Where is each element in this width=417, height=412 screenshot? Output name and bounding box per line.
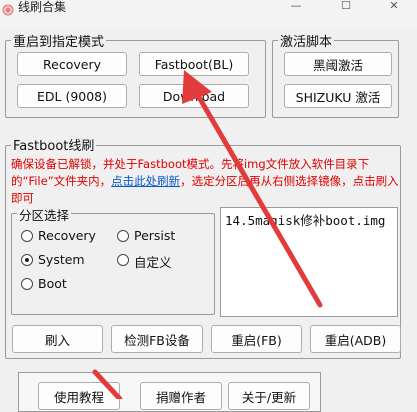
reboot-edl-button[interactable]: EDL (9008) <box>17 84 127 108</box>
radio-system[interactable] <box>21 254 33 266</box>
minimize-button[interactable]: — <box>276 0 316 16</box>
radio-recovery[interactable] <box>21 230 33 242</box>
app-icon <box>2 4 14 16</box>
radio-custom-label: 自定义 <box>134 255 172 270</box>
tutorial-button[interactable]: 使用教程 <box>38 382 120 410</box>
radio-persist-label: Persist <box>134 228 176 243</box>
fastboot-flash-label: Fastboot线刷 <box>11 135 97 154</box>
refresh-link[interactable]: 点击此处刷新 <box>111 174 180 188</box>
reboot-fastboot-button[interactable]: Fastboot(BL) <box>139 52 249 76</box>
radio-persist[interactable] <box>117 230 129 242</box>
radio-boot[interactable] <box>21 278 33 290</box>
reboot-recovery-button[interactable]: Recovery <box>17 52 127 76</box>
maximize-button[interactable]: ☐ <box>326 0 366 16</box>
activate-script-label: 激活脚本 <box>278 31 335 50</box>
reboot-adb-button[interactable]: 重启(ADB) <box>310 325 401 353</box>
image-list-item[interactable]: 14.5magisk修补boot.img <box>225 210 385 229</box>
reboot-mode-label: 重启到指定模式 <box>11 31 107 50</box>
window-title: 线刷合集 <box>18 0 67 14</box>
reboot-download-button[interactable]: Download <box>139 84 249 108</box>
partition-select-label: 分区选择 <box>17 205 72 224</box>
radio-boot-label: Boot <box>38 276 67 291</box>
radio-custom[interactable] <box>117 254 129 266</box>
heiyu-activate-button[interactable]: 黑阈激活 <box>284 52 392 76</box>
flash-button[interactable]: 刷入 <box>12 325 103 353</box>
shizuku-activate-button[interactable]: SHIZUKU 激活 <box>284 84 392 108</box>
instruction-text: 确保设备已解锁，并处于Fastboot模式。先将img文件放入软件目录下的“Fi… <box>11 156 403 207</box>
detect-fb-device-button[interactable]: 检测FB设备 <box>111 325 203 353</box>
image-listbox[interactable]: 14.5magisk修补boot.img <box>220 207 398 317</box>
radio-recovery-label: Recovery <box>38 228 96 243</box>
about-update-button[interactable]: 关于/更新 <box>228 382 310 410</box>
donate-button[interactable]: 捐赠作者 <box>140 382 222 410</box>
reboot-fb-button[interactable]: 重启(FB) <box>211 325 302 353</box>
close-button[interactable]: ✕ <box>374 0 414 16</box>
radio-system-label: System <box>38 252 85 267</box>
